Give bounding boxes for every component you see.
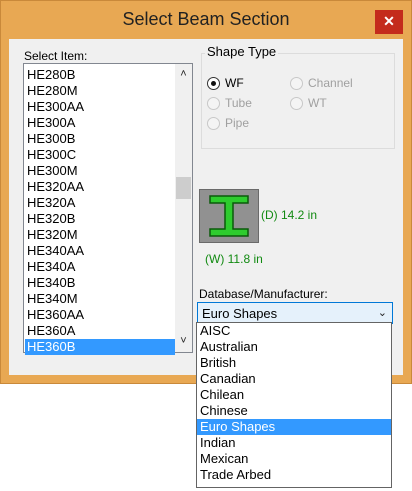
database-dropdown-list: AISC Australian British Canadian Chilean… (196, 322, 392, 488)
radio-tube[interactable] (207, 97, 220, 110)
scroll-down-icon[interactable]: ˅ (175, 333, 192, 350)
radio-wt[interactable] (290, 97, 303, 110)
title-bar[interactable]: Select Beam Section ✕ (1, 1, 411, 39)
radio-channel[interactable] (290, 77, 303, 90)
list-item[interactable]: HE300A (25, 115, 175, 131)
scrollbar-thumb[interactable] (176, 177, 191, 199)
list-item[interactable]: HE360AA (25, 307, 175, 323)
dropdown-option[interactable]: AISC (197, 323, 391, 339)
list-item[interactable]: HE280M (25, 83, 175, 99)
dropdown-option[interactable]: Indian (197, 435, 391, 451)
radio-wt-label: WT (308, 96, 327, 110)
depth-dimension: (D) 14.2 in (261, 208, 318, 222)
beam-preview (199, 189, 259, 243)
list-item[interactable]: HE320AA (25, 179, 175, 195)
list-item[interactable]: HE300AA (25, 99, 175, 115)
dropdown-option-selected[interactable]: Euro Shapes (197, 419, 391, 435)
dropdown-option[interactable]: Mexican (197, 451, 391, 467)
width-dimension: (W) 11.8 in (205, 252, 263, 266)
i-beam-icon (209, 195, 249, 237)
close-icon: ✕ (383, 13, 395, 29)
dropdown-option[interactable]: Chinese (197, 403, 391, 419)
list-item[interactable]: HE320A (25, 195, 175, 211)
radio-tube-label: Tube (225, 96, 252, 110)
list-item[interactable]: HE340B (25, 275, 175, 291)
list-item[interactable]: HE360A (25, 323, 175, 339)
dropdown-option[interactable]: British (197, 355, 391, 371)
dropdown-option[interactable]: Trade Arbed (197, 467, 391, 483)
list-item[interactable]: HE300M (25, 163, 175, 179)
beam-section-listbox[interactable]: HE280B HE280M HE300AA HE300A HE300B HE30… (23, 63, 193, 355)
list-item[interactable]: HE320M (25, 227, 175, 243)
radio-wf[interactable] (207, 77, 220, 90)
database-selected-value: Euro Shapes (202, 306, 278, 321)
radio-pipe[interactable] (207, 117, 220, 130)
list-item[interactable]: HE300C (25, 147, 175, 163)
list-scrollbar[interactable]: ˄ ˅ (175, 64, 192, 352)
list-item[interactable]: HE300B (25, 131, 175, 147)
database-label: Database/Manufacturer: (199, 287, 328, 301)
dropdown-option[interactable]: Canadian (197, 371, 391, 387)
dropdown-option[interactable]: Chilean (197, 387, 391, 403)
list-items: HE280B HE280M HE300AA HE300A HE300B HE30… (25, 67, 175, 355)
shape-type-label: Shape Type (205, 44, 279, 59)
list-item-selected[interactable]: HE360B (25, 339, 175, 355)
scroll-up-icon[interactable]: ˄ (175, 66, 192, 83)
list-item[interactable]: HE340A (25, 259, 175, 275)
close-button[interactable]: ✕ (375, 10, 403, 34)
window-title: Select Beam Section (122, 9, 290, 29)
list-item[interactable]: HE280B (25, 67, 175, 83)
chevron-down-icon: ⌄ (377, 307, 387, 319)
select-item-label: Select Item: (24, 49, 88, 63)
list-item[interactable]: HE340AA (25, 243, 175, 259)
database-dropdown[interactable]: Euro Shapes ⌄ (197, 302, 393, 324)
radio-wf-label: WF (225, 76, 244, 90)
list-item[interactable]: HE320B (25, 211, 175, 227)
list-item[interactable]: HE340M (25, 291, 175, 307)
radio-channel-label: Channel (308, 76, 353, 90)
dropdown-option[interactable]: Australian (197, 339, 391, 355)
radio-pipe-label: Pipe (225, 116, 250, 130)
